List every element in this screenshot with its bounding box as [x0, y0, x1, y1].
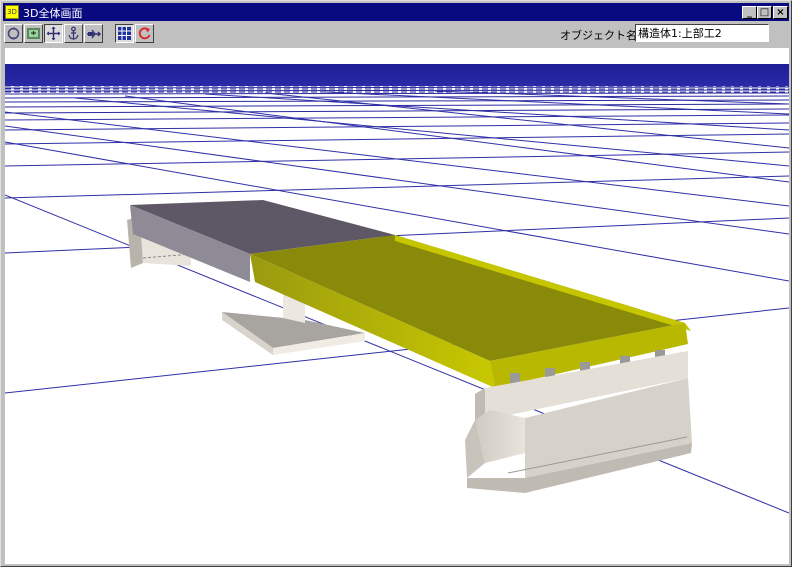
object-name-field[interactable]: [635, 24, 769, 42]
walk-button[interactable]: [64, 24, 83, 43]
rotate-icon: [7, 27, 20, 40]
pan-button[interactable]: [44, 24, 63, 43]
walk-anchor-icon: [68, 26, 79, 40]
zoom-button[interactable]: [24, 24, 43, 43]
pan-move-icon: [46, 26, 61, 41]
grid-icon: [118, 27, 131, 40]
zoom-icon: [27, 28, 40, 39]
grid-toggle-button[interactable]: [115, 24, 134, 43]
object-name-label: オブジェクト名: [560, 29, 637, 42]
3d-viewport[interactable]: [5, 48, 789, 564]
title-bar[interactable]: 3D 3D全体画面 _ □ ×: [3, 3, 789, 21]
maximize-button[interactable]: □: [757, 6, 772, 19]
3d-app-icon[interactable]: 3D: [5, 5, 19, 19]
close-button[interactable]: ×: [773, 6, 788, 19]
airplane-icon: [87, 29, 101, 39]
fly-button[interactable]: [84, 24, 103, 43]
reset-view-button[interactable]: [135, 24, 154, 43]
reset-rotate-icon: [138, 27, 151, 40]
window-title: 3D全体画面: [23, 7, 83, 20]
horizon-sky: [5, 64, 789, 86]
rotate-button[interactable]: [4, 24, 23, 43]
minimize-button[interactable]: _: [742, 6, 757, 19]
bridge-3d-scene: [5, 64, 789, 514]
app-window: 3D 3D全体画面 _ □ × オブジェクト名 構造体1:上部工2: [0, 0, 792, 567]
toolbar: オブジェクト名: [3, 22, 789, 46]
